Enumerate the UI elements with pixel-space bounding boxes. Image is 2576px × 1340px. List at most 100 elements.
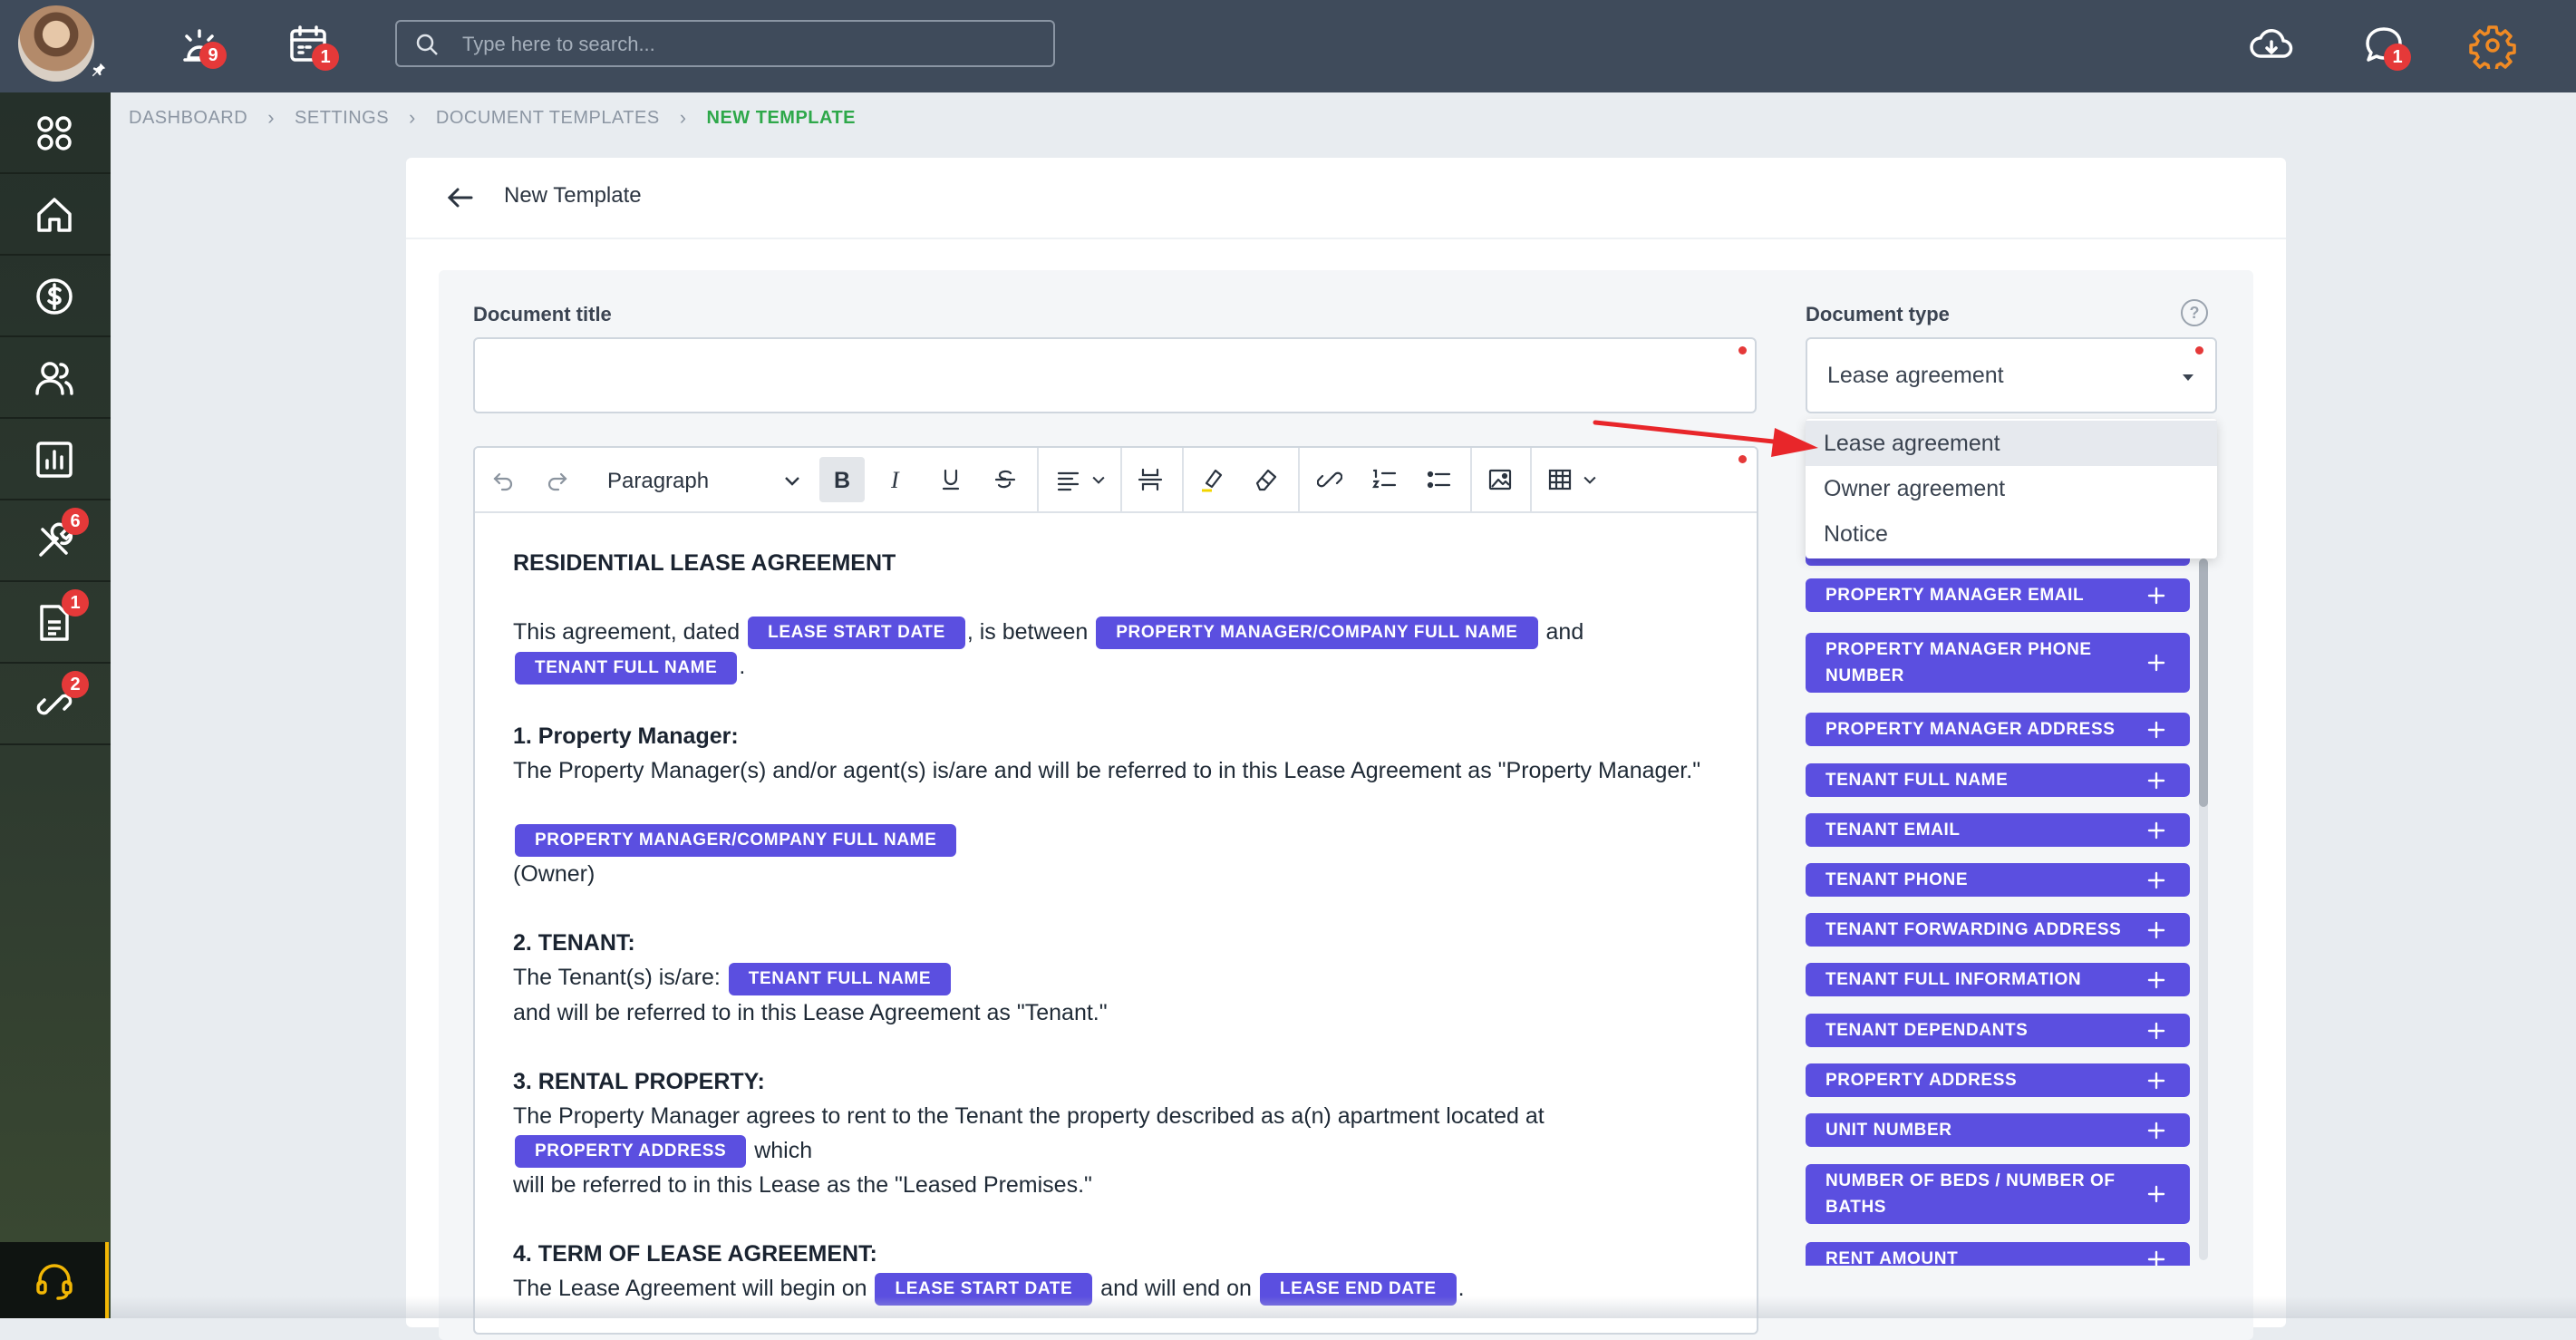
toolbar-divider bbox=[1037, 448, 1039, 511]
calendar-icon[interactable]: 1 bbox=[285, 22, 339, 71]
insert-image-button[interactable] bbox=[1477, 457, 1523, 502]
block-format-value: Paragraph bbox=[607, 469, 710, 493]
redo-button[interactable] bbox=[535, 457, 580, 502]
doc-text: which bbox=[754, 1137, 813, 1163]
cloud-download-icon[interactable] bbox=[2248, 22, 2295, 69]
headset-icon bbox=[36, 1264, 73, 1300]
underline-button[interactable] bbox=[928, 457, 973, 502]
eraser-icon bbox=[1255, 469, 1277, 491]
merge-field[interactable]: TENANT FULL NAME bbox=[1806, 763, 2190, 797]
merge-field-label: TENANT FULL INFORMATION bbox=[1825, 970, 2082, 989]
merge-field[interactable]: PROPERTY MANAGER EMAIL bbox=[1806, 578, 2190, 612]
alarm-icon[interactable]: 9 bbox=[176, 22, 227, 69]
table-icon bbox=[1548, 469, 1572, 490]
link-button[interactable] bbox=[1307, 457, 1352, 502]
insert-table-button[interactable] bbox=[1537, 457, 1610, 502]
sidebar-item-maintenance[interactable]: 6 bbox=[0, 500, 111, 582]
merge-field[interactable]: TENANT PHONE bbox=[1806, 863, 2190, 897]
placeholder-chip[interactable]: PROPERTY MANAGER/COMPANY FULL NAME bbox=[515, 824, 957, 858]
bulleted-list-icon bbox=[1427, 471, 1451, 489]
align-button[interactable] bbox=[1046, 457, 1119, 502]
document-type-label: Document type bbox=[1806, 303, 1950, 325]
chevron-right-icon: › bbox=[409, 106, 416, 129]
breadcrumb-new-template: NEW TEMPLATE bbox=[706, 107, 857, 128]
rich-text-editor[interactable]: Paragraph B I RESIDENTIAL LEASE AGREEMEN… bbox=[473, 446, 1758, 1335]
bold-button[interactable]: B bbox=[819, 457, 865, 502]
drag-move-icon bbox=[2147, 721, 2165, 738]
back-arrow-icon[interactable] bbox=[442, 180, 479, 216]
breadcrumb-settings[interactable]: SETTINGS bbox=[295, 108, 389, 129]
tools-badge: 6 bbox=[62, 508, 89, 535]
drag-move-icon bbox=[2147, 1072, 2165, 1089]
merge-field[interactable]: TENANT FULL INFORMATION bbox=[1806, 963, 2190, 996]
merge-field[interactable]: RENT AMOUNT bbox=[1806, 1242, 2190, 1266]
document-body[interactable]: RESIDENTIAL LEASE AGREEMENT This agreeme… bbox=[513, 546, 1719, 1333]
toolbar-divider bbox=[1470, 448, 1472, 511]
bulleted-list-button[interactable] bbox=[1416, 457, 1461, 502]
chevron-right-icon: › bbox=[679, 106, 687, 129]
placeholder-chip[interactable]: PROPERTY MANAGER/COMPANY FULL NAME bbox=[1096, 617, 1538, 650]
toolbar-divider bbox=[1298, 448, 1300, 511]
sidebar-item-dashboard[interactable] bbox=[0, 92, 111, 174]
sidebar-item-finance[interactable] bbox=[0, 256, 111, 337]
sidebar-item-links[interactable]: 2 bbox=[0, 664, 111, 745]
merge-field[interactable]: PROPERTY MANAGER ADDRESS bbox=[1806, 713, 2190, 746]
block-format-select[interactable]: Paragraph bbox=[600, 457, 818, 502]
document-type-select[interactable]: Lease agreement bbox=[1806, 337, 2217, 413]
doc-heading: RESIDENTIAL LEASE AGREEMENT bbox=[513, 550, 896, 576]
document-title-input[interactable] bbox=[473, 337, 1757, 413]
top-bar: 9 1 1 bbox=[0, 0, 2576, 92]
merge-field-label: PROPERTY MANAGER EMAIL bbox=[1825, 586, 2085, 605]
sidebar-item-reports[interactable] bbox=[0, 419, 111, 500]
highlight-button[interactable] bbox=[1189, 457, 1235, 502]
sidebar-item-contacts[interactable] bbox=[0, 337, 111, 419]
doc-text: The Property Manager agrees to rent to t… bbox=[513, 1102, 1545, 1129]
users-icon bbox=[35, 362, 73, 395]
placeholder-chip[interactable]: PROPERTY ADDRESS bbox=[515, 1134, 747, 1168]
user-avatar[interactable] bbox=[18, 5, 94, 82]
merge-field[interactable]: TENANT EMAIL bbox=[1806, 813, 2190, 847]
settings-gear-icon[interactable] bbox=[2469, 22, 2516, 73]
remove-format-button[interactable] bbox=[1244, 457, 1289, 502]
breadcrumb-document-templates[interactable]: DOCUMENT TEMPLATES bbox=[436, 108, 660, 129]
merge-field[interactable]: TENANT DEPENDANTS bbox=[1806, 1014, 2190, 1047]
italic-button[interactable]: I bbox=[874, 457, 919, 502]
document-title-label: Document title bbox=[473, 303, 612, 325]
numbered-list-button[interactable] bbox=[1361, 457, 1407, 502]
chat-icon[interactable]: 1 bbox=[2360, 22, 2411, 71]
placeholder-chip[interactable]: TENANT FULL NAME bbox=[728, 962, 952, 995]
chat-badge: 1 bbox=[2384, 44, 2411, 71]
help-icon[interactable]: ? bbox=[2181, 299, 2208, 326]
caret-down-icon bbox=[2183, 374, 2193, 381]
merge-field[interactable]: NUMBER OF BEDS / NUMBER OF BATHS bbox=[1806, 1164, 2190, 1224]
sidebar-item-home[interactable] bbox=[0, 174, 111, 256]
merge-field[interactable]: PROPERTY ADDRESS bbox=[1806, 1063, 2190, 1097]
placeholder-chip[interactable]: TENANT FULL NAME bbox=[515, 651, 738, 685]
document-type-value: Lease agreement bbox=[1827, 363, 2004, 388]
merge-field[interactable]: TENANT FORWARDING ADDRESS bbox=[1806, 913, 2190, 947]
doc-text: , is between bbox=[966, 619, 1089, 645]
option-owner-agreement[interactable]: Owner agreement bbox=[1806, 466, 2217, 511]
breadcrumb-dashboard[interactable]: DASHBOARD bbox=[129, 108, 247, 129]
search-input[interactable] bbox=[460, 29, 1035, 60]
drag-move-icon bbox=[2147, 1022, 2165, 1039]
undo-button[interactable] bbox=[480, 457, 526, 502]
section-title: 4. TERM OF LEASE AGREEMENT: bbox=[513, 1240, 877, 1267]
merge-field-label: TENANT FORWARDING ADDRESS bbox=[1825, 920, 2122, 939]
merge-field[interactable]: UNIT NUMBER bbox=[1806, 1113, 2190, 1147]
placeholder-chip[interactable]: LEASE START DATE bbox=[748, 617, 965, 650]
search-box[interactable] bbox=[395, 20, 1055, 67]
sidebar-item-documents[interactable]: 1 bbox=[0, 582, 111, 664]
italic-icon: I bbox=[890, 467, 900, 492]
fields-scrollbar-thumb[interactable] bbox=[2199, 558, 2208, 807]
dollar-icon bbox=[36, 278, 73, 315]
svg-text:I: I bbox=[890, 467, 900, 492]
option-lease-agreement[interactable]: Lease agreement bbox=[1806, 421, 2217, 466]
option-notice[interactable]: Notice bbox=[1806, 511, 2217, 557]
strikethrough-button[interactable] bbox=[983, 457, 1028, 502]
support-button[interactable] bbox=[0, 1242, 109, 1318]
redo-icon bbox=[547, 472, 567, 491]
drag-move-icon bbox=[2147, 772, 2165, 789]
page-break-button[interactable] bbox=[1128, 457, 1173, 502]
merge-field[interactable]: PROPERTY MANAGER PHONE NUMBER bbox=[1806, 633, 2190, 693]
